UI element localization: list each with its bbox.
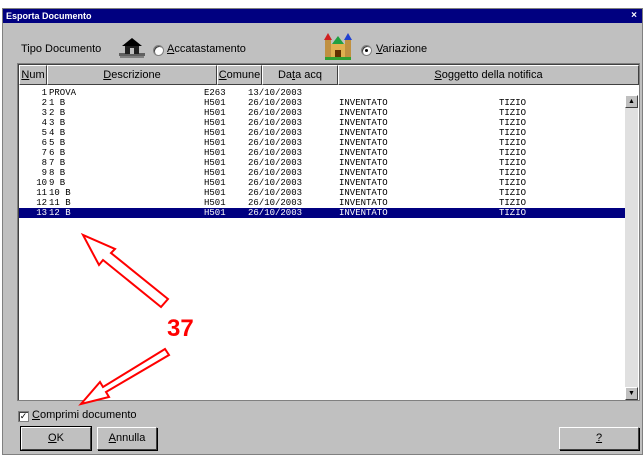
comprimi-checkbox[interactable]: ✓ (18, 411, 29, 422)
annulla-button[interactable]: Annulla (97, 427, 157, 450)
ok-button[interactable]: OK (20, 426, 92, 451)
comprimi-label[interactable]: Comprimi documento (32, 409, 137, 421)
export-dialog: Esporta Documento × Tipo Documento Accat… (2, 8, 643, 455)
help-button[interactable]: ? (559, 427, 639, 450)
annotation-arrows (78, 232, 171, 406)
annotation-number: 37 (167, 315, 194, 342)
